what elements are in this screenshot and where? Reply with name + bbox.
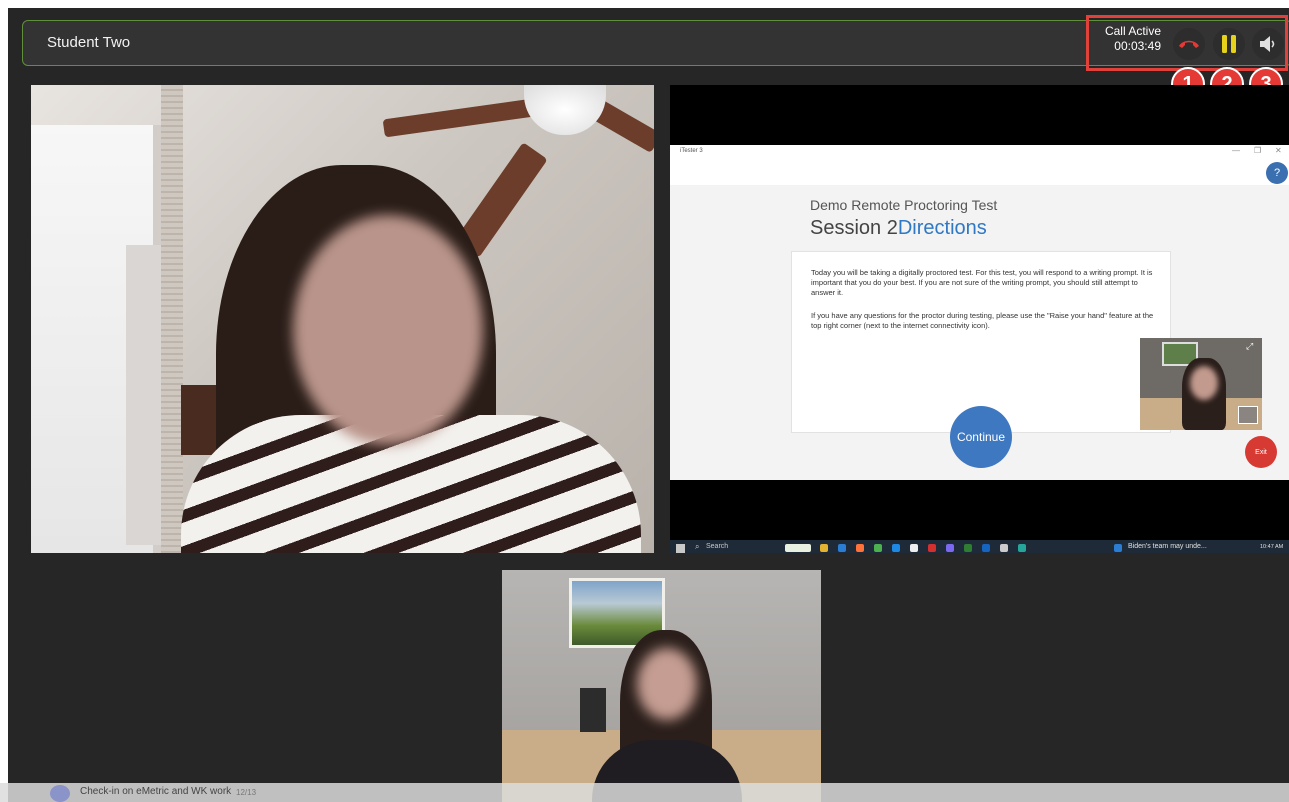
blurred-face (293, 215, 483, 445)
app-title-bar: iTester 3 — ❐ ✕ ? (670, 145, 1289, 185)
window-blinds (161, 85, 183, 553)
avatar (50, 785, 70, 802)
student-name: Student Two (47, 34, 131, 51)
app-taskbar-icon[interactable] (892, 544, 900, 552)
taskbar-news[interactable]: Biden's team may unde... (1128, 543, 1207, 550)
background-task-date: 12/13 (236, 788, 257, 797)
close-icon[interactable]: ✕ (1275, 146, 1282, 155)
call-status: Call Active 00:03:49 (1099, 24, 1161, 54)
phone-hangup-icon (1179, 40, 1199, 48)
maximize-icon[interactable]: ❐ (1254, 146, 1261, 155)
exit-button[interactable]: Exit (1245, 436, 1277, 468)
directions-paragraph-1: Today you will be taking a digitally pro… (811, 268, 1153, 297)
session-directions: Directions (897, 217, 987, 239)
expand-icon[interactable]: ⤢ (1246, 341, 1253, 352)
test-title: Demo Remote Proctoring Test (810, 197, 998, 213)
mute-button[interactable] (1252, 28, 1284, 60)
blurred-face (637, 648, 697, 720)
self-view-thumbnail[interactable]: ⤢ (1140, 338, 1262, 430)
app-taskbar-icon[interactable] (1018, 544, 1026, 552)
student-webcam-feed[interactable] (31, 85, 654, 553)
windows-taskbar: ⌕ Search Biden's team may unde... 10:47 … (670, 540, 1289, 553)
end-call-button[interactable] (1173, 28, 1205, 60)
pause-icon (1222, 35, 1236, 53)
chrome-taskbar-icon[interactable] (874, 544, 882, 552)
student-screen-share[interactable]: iTester 3 — ❐ ✕ ? Demo Remote Proctoring… (670, 85, 1289, 553)
emetric-taskbar-icon[interactable] (785, 544, 811, 552)
continue-button[interactable]: Continue (950, 406, 1012, 468)
thumbnail-blurred-face (1190, 366, 1218, 400)
excel-taskbar-icon[interactable] (964, 544, 972, 552)
taskbar-search[interactable]: Search (706, 543, 728, 550)
edge-taskbar-icon[interactable] (838, 544, 846, 552)
teams-taskbar-icon[interactable] (946, 544, 954, 552)
call-status-label: Call Active (1104, 24, 1161, 38)
proctor-webcam-feed[interactable] (502, 570, 821, 802)
session-number: Session 2 (810, 217, 898, 239)
taskbar-clock: 10:47 AM (1260, 544, 1284, 550)
speaker-icon (1260, 36, 1275, 52)
app-name: iTester 3 (680, 148, 703, 154)
pause-button[interactable] (1213, 28, 1245, 60)
session-heading: Session 2Directions (810, 217, 987, 240)
proctoring-window: Student Two Call Active 00:03:49 1 2 3 i… (8, 8, 1289, 802)
thumbnail-mini-view (1238, 406, 1258, 424)
app-taskbar-icon[interactable] (928, 544, 936, 552)
word-taskbar-icon[interactable] (982, 544, 990, 552)
call-timer: 00:03:49 (1114, 39, 1161, 53)
windows-start-icon[interactable] (676, 544, 685, 553)
app-taskbar-icon[interactable] (1000, 544, 1008, 552)
background-task-text: Check-in on eMetric and WK work (80, 786, 232, 797)
directions-paragraph-2: If you have any questions for the procto… (811, 311, 1154, 330)
test-app-window: iTester 3 — ❐ ✕ ? Demo Remote Proctoring… (670, 145, 1289, 553)
app-taskbar-icon[interactable] (910, 544, 918, 552)
firefox-taskbar-icon[interactable] (856, 544, 864, 552)
news-icon[interactable] (1114, 544, 1122, 552)
call-controls-highlight: Call Active 00:03:49 (1086, 15, 1288, 71)
folder-taskbar-icon[interactable] (820, 544, 828, 552)
desk-speaker (580, 688, 606, 732)
minimize-icon[interactable]: — (1232, 146, 1240, 155)
search-icon[interactable]: ⌕ (695, 542, 699, 552)
help-button[interactable]: ? (1266, 162, 1288, 184)
